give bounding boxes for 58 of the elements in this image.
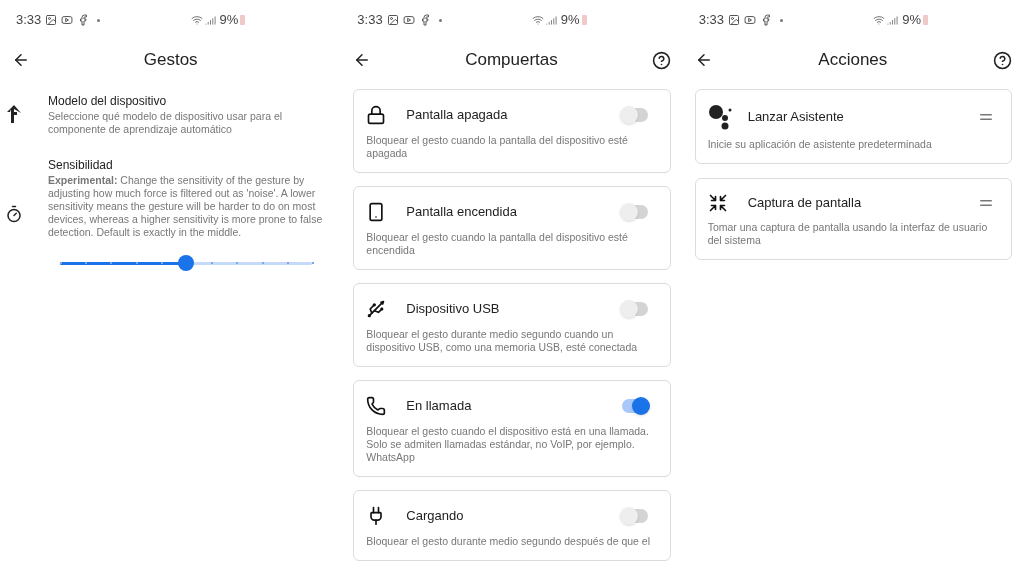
signal-icon — [545, 14, 557, 26]
usb-icon — [366, 298, 387, 320]
action-description: Tomar una captura de pantalla usando la interfaz de usuario del sistema — [707, 221, 989, 247]
setting-description: Bloquear el gesto durante medio segundo después de que el — [366, 535, 652, 548]
toggle-switch[interactable] — [621, 108, 648, 122]
lock-icon — [366, 104, 387, 126]
setting-description: Bloquear el gesto cuando la pantalla del dispositivo esté apagada — [366, 134, 629, 160]
assistant-icon — [707, 104, 734, 130]
video-icon — [743, 14, 756, 26]
video-icon — [61, 14, 74, 26]
help-icon[interactable] — [651, 50, 671, 70]
signal-icon — [204, 14, 216, 26]
screenshot-icon — [707, 193, 728, 213]
timer-icon — [5, 204, 23, 223]
image-icon — [386, 14, 399, 26]
wifi-icon — [531, 14, 544, 26]
battery-percent: 9% — [560, 11, 580, 30]
setting-description: Bloquear el gesto durante medio segundo cuando un dispositivo USB, como una memoria USB, esté conectada — [366, 328, 639, 354]
battery-icon — [923, 15, 928, 25]
toggle-switch[interactable] — [621, 509, 648, 523]
setting-title: Dispositivo USB — [406, 300, 501, 319]
setting-title: Sensibilidad — [48, 157, 114, 174]
slider-thumb[interactable] — [178, 255, 194, 271]
battery-percent: 9% — [902, 11, 921, 30]
toggle-switch[interactable] — [621, 205, 648, 219]
toggle-switch[interactable] — [621, 399, 648, 413]
action-title: Captura de pantalla — [747, 194, 863, 213]
setting-title: Pantalla apagada — [406, 106, 509, 125]
setting-title: Cargando — [406, 507, 465, 526]
setting-description: Seleccione qué modelo de dispositivo usar para el componente de aprendizaje automático — [48, 110, 284, 136]
battery-icon — [581, 15, 587, 25]
screen-title: Gestos — [142, 49, 199, 72]
screen-title: Acciones — [817, 49, 889, 72]
video-icon — [402, 14, 415, 26]
status-time: 3:33 — [357, 11, 383, 30]
setting-description: Bloquear el gesto cuando la pantalla del dispositivo esté encendida — [366, 231, 629, 257]
sensitivity-slider[interactable] — [60, 255, 312, 271]
action-title: Lanzar Asistente — [747, 108, 845, 127]
battery-percent: 9% — [219, 11, 239, 30]
status-time: 3:33 — [16, 11, 42, 30]
back-button[interactable] — [12, 51, 30, 69]
action-description: Inicie su aplicación de asistente predeterminada — [707, 138, 933, 151]
wifi-icon — [873, 14, 886, 26]
battery-icon — [240, 15, 246, 25]
status-time: 3:33 — [698, 11, 724, 30]
signal-icon — [887, 14, 899, 26]
wifi-icon — [190, 14, 203, 26]
toggle-switch[interactable] — [621, 302, 648, 316]
setting-title: Pantalla encendida — [406, 203, 518, 222]
help-icon[interactable] — [993, 50, 1012, 70]
screen-title: Compuertas — [464, 49, 559, 72]
setting-title: En llamada — [406, 397, 473, 416]
setting-description: Bloquear el gesto cuando el dispositivo está en una llamada. Solo se admiten llamadas estándar, no VoIP, por ejemplo. WhatsApp — [366, 425, 650, 464]
setting-description: Experimental: Change the sensitivity of the gesture by adjusting how much force is filtered out as 'noise'. A lower sensitivity means the gesture will be harder to do on most devices, whereas a higher sensitivity is more prone to false detection. Default is exactly in the middle. — [48, 174, 324, 239]
image-icon — [727, 14, 740, 26]
setting-title: Modelo del dispositivo — [48, 93, 168, 110]
image-icon — [45, 14, 58, 26]
call-icon — [366, 395, 387, 417]
